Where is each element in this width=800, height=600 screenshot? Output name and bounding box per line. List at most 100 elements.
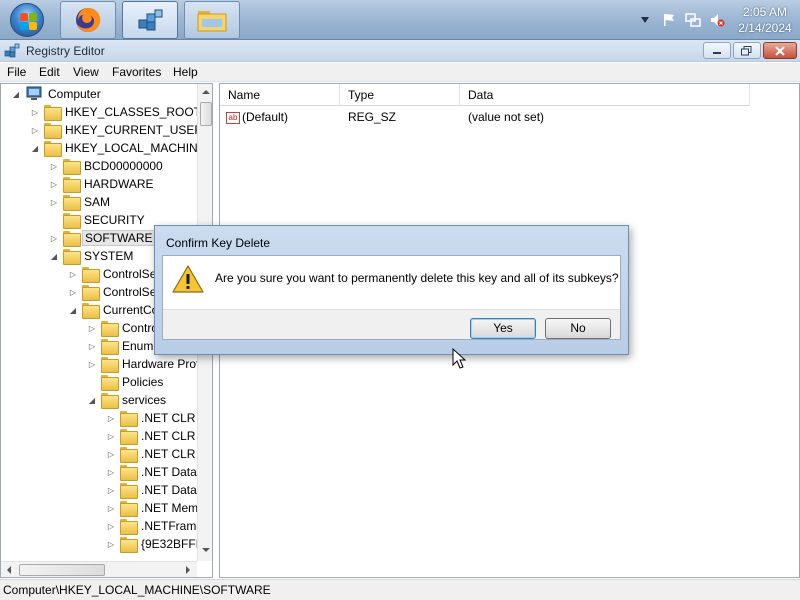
- tree-horizontal-scrollbar[interactable]: [1, 561, 197, 577]
- value-type: REG_SZ: [348, 110, 397, 124]
- show-hidden-icons-icon[interactable]: [636, 11, 654, 29]
- folder-icon: [63, 231, 81, 247]
- volume-muted-icon[interactable]: [708, 11, 726, 29]
- tree-item-service[interactable]: ▷ .NET CLR N: [106, 445, 209, 463]
- tree-item-hardware[interactable]: ▷ HARDWARE: [49, 175, 156, 193]
- close-button[interactable]: [763, 42, 797, 59]
- taskbar-clock[interactable]: 2:05 AM 2/14/2024: [730, 4, 800, 36]
- tree-item-policies[interactable]: Policies: [87, 373, 165, 391]
- expand-arrow-icon[interactable]: ▷: [87, 359, 97, 369]
- tree-item-computer[interactable]: ◢ Computer: [11, 85, 103, 103]
- folder-icon: [63, 195, 81, 211]
- registry-editor-app-icon: [4, 43, 20, 62]
- horizontal-scroll-thumb[interactable]: [19, 564, 105, 576]
- expand-arrow-icon[interactable]: ▷: [106, 503, 116, 513]
- start-button[interactable]: [3, 1, 51, 39]
- tree-item-hkey-current-user[interactable]: ▷ HKEY_CURRENT_USER: [30, 121, 205, 139]
- expand-arrow-icon[interactable]: ▷: [87, 341, 97, 351]
- restore-button[interactable]: [733, 42, 761, 59]
- tree-item-service[interactable]: ▷ .NET Data: [106, 463, 199, 481]
- folder-icon: [120, 483, 138, 499]
- expand-arrow-icon[interactable]: ▷: [106, 539, 116, 549]
- tree-item-controlset-1[interactable]: ▷ ControlSe: [68, 265, 158, 283]
- scroll-left-arrow-icon[interactable]: [2, 563, 16, 577]
- expand-arrow-icon[interactable]: ▷: [49, 179, 59, 189]
- scroll-right-arrow-icon[interactable]: [181, 563, 195, 577]
- menu-view[interactable]: View: [73, 65, 99, 79]
- list-header: Name Type Data: [220, 84, 750, 106]
- expand-arrow-icon[interactable]: ▷: [49, 161, 59, 171]
- tree-item-system[interactable]: ◢ SYSTEM: [49, 247, 135, 265]
- tree-item-service[interactable]: ▷ .NET Mem: [106, 499, 200, 517]
- expand-arrow-icon[interactable]: ▷: [49, 233, 59, 243]
- tree-item-control[interactable]: ▷ Contro: [87, 319, 160, 337]
- scroll-down-arrow-icon[interactable]: [199, 543, 213, 557]
- collapse-arrow-icon[interactable]: ◢: [49, 251, 59, 261]
- expand-arrow-icon[interactable]: ▷: [68, 287, 78, 297]
- tree-item-bcd[interactable]: ▷ BCD00000000: [49, 157, 165, 175]
- folder-icon: [120, 519, 138, 535]
- menu-edit[interactable]: Edit: [39, 65, 60, 79]
- tree-item-service[interactable]: ▷ .NET CLR N: [106, 427, 209, 445]
- expand-arrow-icon[interactable]: ▷: [106, 431, 116, 441]
- folder-icon: [82, 303, 100, 319]
- collapse-arrow-icon[interactable]: ◢: [68, 305, 78, 315]
- network-icon[interactable]: [684, 11, 702, 29]
- clock-date: 2/14/2024: [738, 21, 792, 35]
- tree-item-software[interactable]: ▷ SOFTWARE: [49, 229, 156, 247]
- folder-icon: [82, 285, 100, 301]
- expand-arrow-icon[interactable]: ▷: [68, 269, 78, 279]
- folder-icon: [63, 213, 81, 229]
- tree-item-hardware-profiles[interactable]: ▷ Hardware Prof: [87, 355, 201, 373]
- scroll-up-arrow-icon[interactable]: [199, 85, 213, 99]
- yes-button[interactable]: Yes: [470, 318, 536, 339]
- expand-arrow-icon[interactable]: ▷: [106, 521, 116, 531]
- minimize-button[interactable]: [703, 42, 731, 59]
- column-header-data[interactable]: Data: [460, 84, 750, 106]
- taskbar-firefox-button[interactable]: [60, 1, 116, 39]
- tree-item-service[interactable]: ▷ .NET Data: [106, 481, 199, 499]
- tree-item-sam[interactable]: ▷ SAM: [49, 193, 112, 211]
- tree-item-hkey-local-machine[interactable]: ◢ HKEY_LOCAL_MACHINE: [30, 139, 208, 157]
- expand-arrow-icon[interactable]: ▷: [106, 449, 116, 459]
- expand-arrow-icon[interactable]: ▷: [87, 323, 97, 333]
- minimize-icon: [713, 51, 721, 54]
- folder-icon: [197, 11, 227, 32]
- collapse-arrow-icon[interactable]: ◢: [11, 89, 21, 99]
- menu-help[interactable]: Help: [173, 65, 198, 79]
- confirm-key-delete-dialog: Confirm Key Delete Are you sure you want…: [154, 225, 629, 355]
- taskbar-file-explorer-button[interactable]: [184, 1, 240, 39]
- folder-icon: [44, 123, 62, 139]
- tree-item-controlset-2[interactable]: ▷ ControlSe: [68, 283, 158, 301]
- collapse-arrow-icon[interactable]: ◢: [30, 143, 40, 153]
- tree-item-services[interactable]: ◢ services: [87, 391, 168, 409]
- tree-item-currentcontrolset[interactable]: ◢ CurrentCo: [68, 301, 160, 319]
- list-item[interactable]: ab (Default) REG_SZ (value not set): [220, 108, 750, 128]
- folder-icon: [120, 501, 138, 517]
- taskbar-registry-editor-button[interactable]: [122, 1, 178, 39]
- expand-arrow-icon[interactable]: ▷: [49, 197, 59, 207]
- expand-arrow-icon[interactable]: ▷: [30, 125, 40, 135]
- column-header-name[interactable]: Name: [220, 84, 340, 106]
- menu-favorites[interactable]: Favorites: [112, 65, 161, 79]
- expand-arrow-icon[interactable]: ▷: [106, 485, 116, 495]
- expand-arrow-icon[interactable]: ▷: [30, 107, 40, 117]
- vertical-scroll-thumb[interactable]: [200, 102, 212, 126]
- no-button[interactable]: No: [545, 318, 611, 339]
- folder-icon: [82, 267, 100, 283]
- action-center-flag-icon[interactable]: [660, 11, 678, 29]
- tree-item-label: services: [122, 393, 167, 407]
- tree-item-service[interactable]: ▷ .NETFrame: [106, 517, 205, 535]
- menu-file[interactable]: File: [7, 65, 26, 79]
- dialog-footer: Yes No: [163, 309, 620, 339]
- column-header-type[interactable]: Type: [340, 84, 460, 106]
- tree-item-enum[interactable]: ▷ Enum: [87, 337, 155, 355]
- expand-arrow-icon[interactable]: ▷: [106, 467, 116, 477]
- tree-item-label: BCD00000000: [84, 159, 163, 173]
- tree-item-service[interactable]: ▷ .NET CLR D: [106, 409, 209, 427]
- tree-item-hkey-classes-root[interactable]: ▷ HKEY_CLASSES_ROOT: [30, 103, 203, 121]
- tree-item-service[interactable]: ▷ {9E32BFFF-: [106, 535, 209, 553]
- collapse-arrow-icon[interactable]: ◢: [87, 395, 97, 405]
- tree-item-security[interactable]: SECURITY: [49, 211, 147, 229]
- expand-arrow-icon[interactable]: ▷: [106, 413, 116, 423]
